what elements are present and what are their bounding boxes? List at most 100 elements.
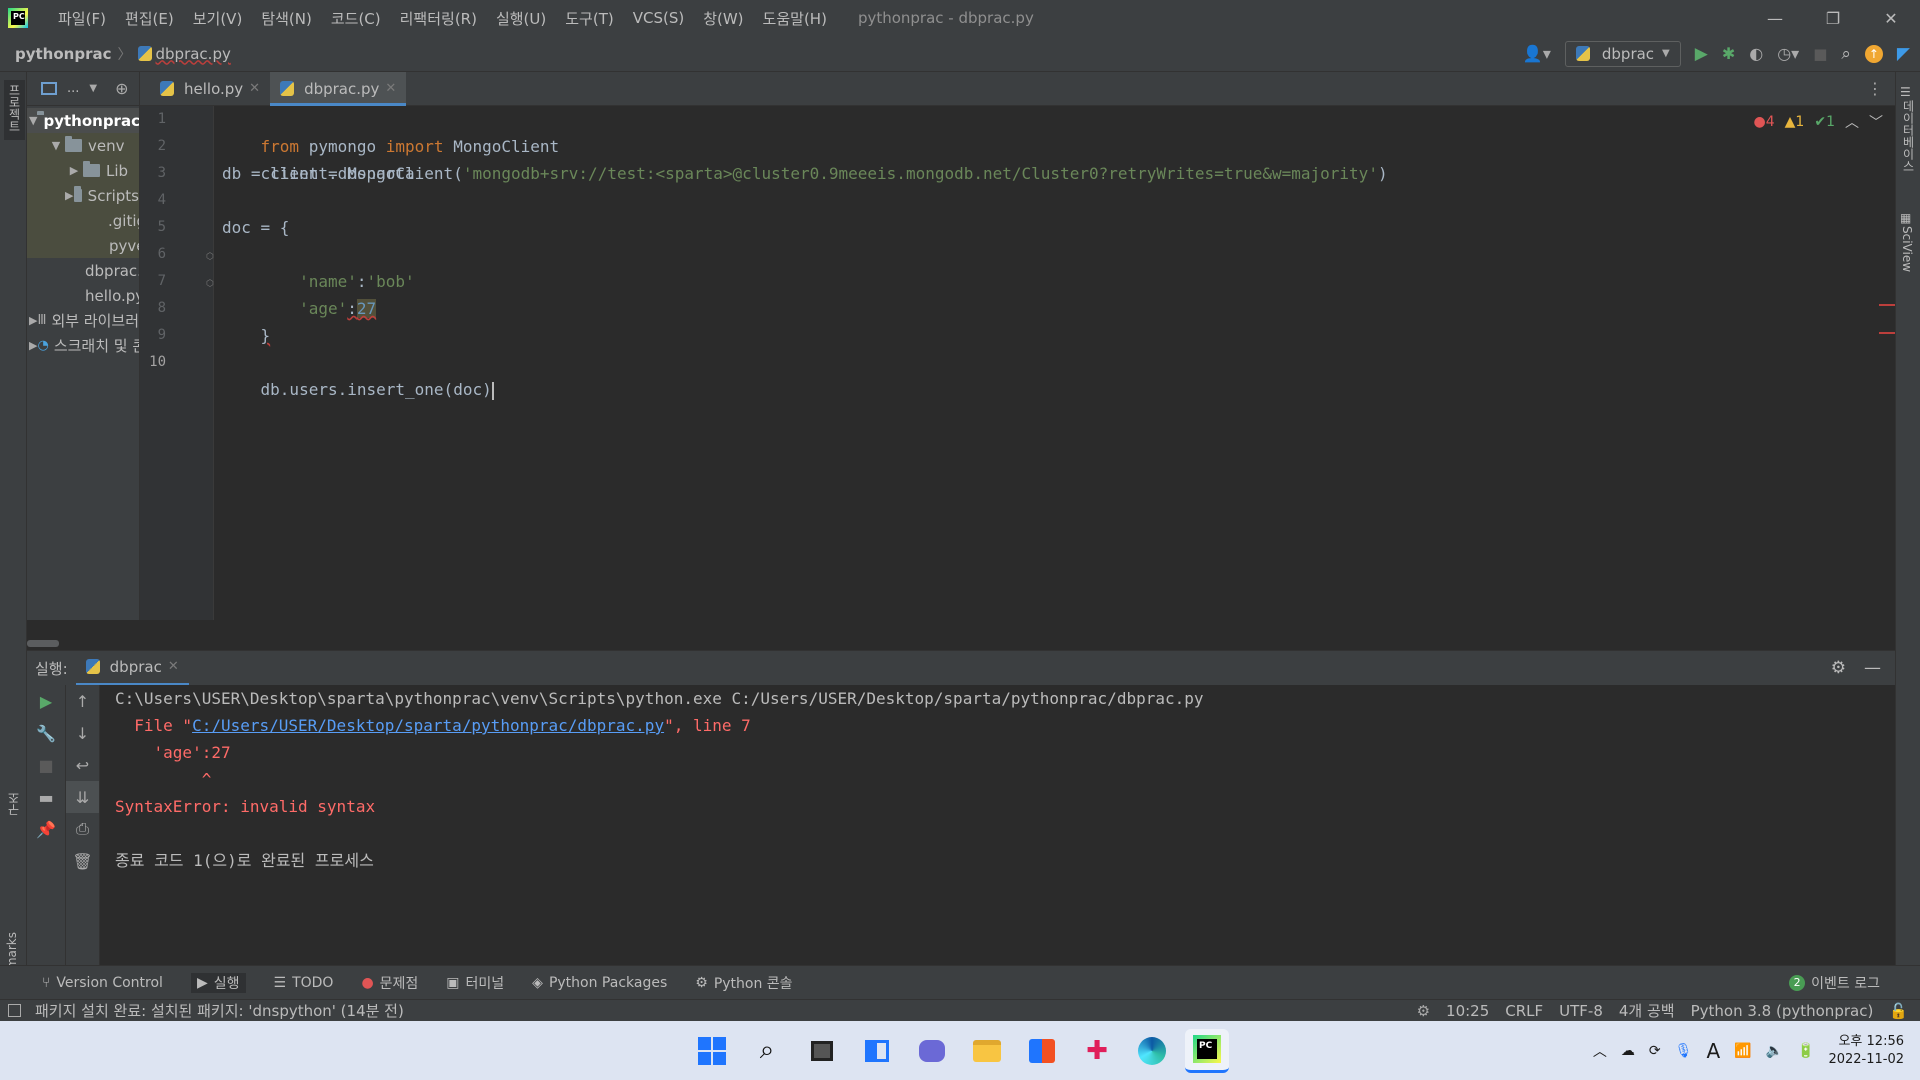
settings-sync-icon[interactable]: ⚙: [1417, 1002, 1430, 1020]
tool-terminal[interactable]: ▣ 터미널: [446, 973, 504, 993]
toggle-tool-windows-icon[interactable]: [8, 1004, 21, 1017]
status-message[interactable]: 패키지 설치 완료: 설치된 패키지: 'dnspython' (14분 전): [35, 1000, 404, 1021]
indent-setting[interactable]: 4개 공백: [1619, 1000, 1675, 1021]
coverage-icon[interactable]: ◐: [1749, 44, 1763, 63]
battery-icon[interactable]: 🔋: [1797, 1043, 1814, 1059]
stop-button[interactable]: ■: [27, 749, 65, 781]
scrollbar-thumb[interactable]: [27, 640, 59, 647]
scroll-down-button[interactable]: ↓: [66, 717, 99, 749]
chevron-right-icon[interactable]: ▶: [65, 189, 74, 202]
chevron-up-icon[interactable]: ︿: [1845, 112, 1859, 132]
project-view-icon[interactable]: [41, 82, 57, 95]
store-button[interactable]: [1020, 1029, 1064, 1073]
start-button[interactable]: [690, 1029, 734, 1073]
edge-button[interactable]: [1130, 1029, 1174, 1073]
project-tool-button[interactable]: 프로젝트: [4, 80, 25, 140]
menu-refactor[interactable]: 리팩터링(R): [400, 8, 477, 29]
more-tabs-icon[interactable]: ⋮: [1867, 79, 1883, 98]
run-config-selector[interactable]: dbprac ▼: [1564, 40, 1681, 67]
sciview-tool-button[interactable]: ▦ SciView: [1900, 210, 1920, 276]
tree-item-dbprac[interactable]: dbprac.py: [27, 258, 139, 283]
code-with-me-icon[interactable]: ◤: [1897, 44, 1910, 64]
slack-button[interactable]: ✚: [1075, 1029, 1119, 1073]
inspection-widget[interactable]: ●4 ▲1 ✔1 ︿ ﹀: [1754, 112, 1884, 132]
tree-item-venv[interactable]: ▼ venv: [27, 133, 139, 158]
tree-item-gitignore[interactable]: .gitignore: [27, 208, 139, 233]
tool-version-control[interactable]: ⑂ Version Control: [42, 975, 163, 991]
python-interpreter[interactable]: Python 3.8 (pythonprac): [1691, 1002, 1874, 1020]
tool-event-log[interactable]: 2 이벤트 로그: [1789, 973, 1880, 993]
volume-icon[interactable]: 🔈: [1766, 1043, 1783, 1059]
chevron-up-icon[interactable]: ︿: [1593, 1041, 1607, 1061]
menu-window[interactable]: 창(W): [703, 8, 743, 29]
layout-button[interactable]: ▬: [27, 781, 65, 813]
tool-python-packages[interactable]: ◈ Python Packages: [532, 975, 667, 991]
tool-python-console[interactable]: ⚙ Python 콘솔: [695, 973, 792, 993]
chevron-right-icon[interactable]: ▶: [29, 314, 37, 327]
chevron-down-icon[interactable]: ▼: [89, 83, 97, 94]
profile-icon[interactable]: ◷▾: [1777, 44, 1799, 63]
minimize-button[interactable]: —: [1746, 0, 1804, 36]
clock[interactable]: 오후 12:56 2022-11-02: [1828, 1033, 1904, 1069]
chevron-down-icon[interactable]: ▼: [29, 114, 37, 127]
chevron-right-icon[interactable]: ▶: [65, 164, 83, 177]
ime-indicator[interactable]: A: [1706, 1039, 1720, 1063]
search-button[interactable]: ⌕: [745, 1029, 789, 1073]
menu-navigate[interactable]: 탐색(N): [261, 8, 312, 29]
tab-dbprac-py[interactable]: dbprac.py ✕: [270, 71, 407, 106]
fold-marker-icon[interactable]: ⬡: [206, 279, 214, 289]
tree-item-external-libraries[interactable]: ▶ Ⅲ 외부 라이브러리: [27, 308, 139, 333]
unlock-icon[interactable]: 🔓: [1889, 1002, 1908, 1020]
task-view-button[interactable]: [800, 1029, 844, 1073]
console-file-link[interactable]: C:/Users/USER/Desktop/sparta/pythonprac/…: [192, 716, 664, 735]
print-button[interactable]: ⎙: [66, 813, 99, 845]
structure-tool-button[interactable]: 구조: [5, 792, 22, 820]
run-icon[interactable]: ▶: [1695, 44, 1708, 64]
tool-run[interactable]: ▶ 실행: [190, 972, 246, 993]
tree-item-scripts[interactable]: ▶ Scripts: [27, 183, 139, 208]
menu-help[interactable]: 도움말(H): [763, 8, 827, 29]
console-output[interactable]: C:\Users\USER\Desktop\sparta\pythonprac\…: [100, 685, 1895, 965]
menu-run[interactable]: 실행(U): [496, 8, 546, 29]
update-icon[interactable]: ↑: [1864, 44, 1883, 63]
caret-position[interactable]: 10:25: [1446, 1002, 1489, 1020]
edit-config-button[interactable]: 🔧: [27, 717, 65, 749]
locate-icon[interactable]: ⊕: [115, 79, 128, 98]
breadcrumb-project[interactable]: pythonprac: [15, 45, 112, 63]
breadcrumb-file[interactable]: dbprac.py: [156, 45, 231, 63]
tool-problems[interactable]: ● 문제점: [361, 973, 418, 993]
search-icon[interactable]: ⌕: [1841, 44, 1851, 64]
gear-icon[interactable]: ⚙: [1831, 658, 1846, 678]
tab-hello-py[interactable]: hello.py ✕: [150, 72, 270, 106]
wifi-icon[interactable]: 📶: [1734, 1043, 1751, 1059]
tree-item-lib[interactable]: ▶ Lib: [27, 158, 139, 183]
widgets-button[interactable]: [855, 1029, 899, 1073]
close-tab-icon[interactable]: ✕: [249, 81, 260, 96]
menu-vcs[interactable]: VCS(S): [633, 9, 684, 27]
menu-edit[interactable]: 편집(E): [125, 8, 174, 29]
pycharm-taskbar-button[interactable]: PC: [1185, 1028, 1229, 1073]
code-editor[interactable]: from pymongo import MongoClient client =…: [214, 106, 1895, 620]
close-window-button[interactable]: ✕: [1862, 0, 1920, 36]
tree-item-pyvenv-cfg[interactable]: pyvenv.cfg: [27, 233, 139, 258]
clear-button[interactable]: 🗑: [66, 845, 99, 877]
line-separator[interactable]: CRLF: [1505, 1002, 1543, 1020]
chat-button[interactable]: [910, 1029, 954, 1073]
chevron-right-icon[interactable]: ▶: [29, 339, 37, 352]
horizontal-scrollbar[interactable]: [27, 620, 1895, 650]
microphone-icon[interactable]: 🎙: [1675, 1043, 1693, 1059]
menu-file[interactable]: 파일(F): [58, 8, 106, 29]
tree-item-hello[interactable]: hello.py: [27, 283, 139, 308]
menu-tools[interactable]: 도구(T): [565, 8, 613, 29]
scroll-to-end-button[interactable]: ⇊: [66, 781, 99, 813]
tree-item-pythonprac[interactable]: ▼ pythonprac: [27, 108, 139, 133]
debug-icon[interactable]: ✱: [1722, 44, 1735, 63]
stop-icon[interactable]: ■: [1813, 45, 1827, 63]
close-tab-icon[interactable]: ✕: [385, 81, 396, 96]
scroll-up-button[interactable]: ↑: [66, 685, 99, 717]
project-view-selector[interactable]: ...: [67, 81, 79, 96]
error-stripe-mark[interactable]: [1879, 332, 1895, 334]
run-tab-dbprac[interactable]: dbprac ✕: [75, 651, 189, 686]
error-stripe-mark[interactable]: [1879, 304, 1895, 306]
pin-tab-button[interactable]: 📌: [27, 813, 65, 845]
